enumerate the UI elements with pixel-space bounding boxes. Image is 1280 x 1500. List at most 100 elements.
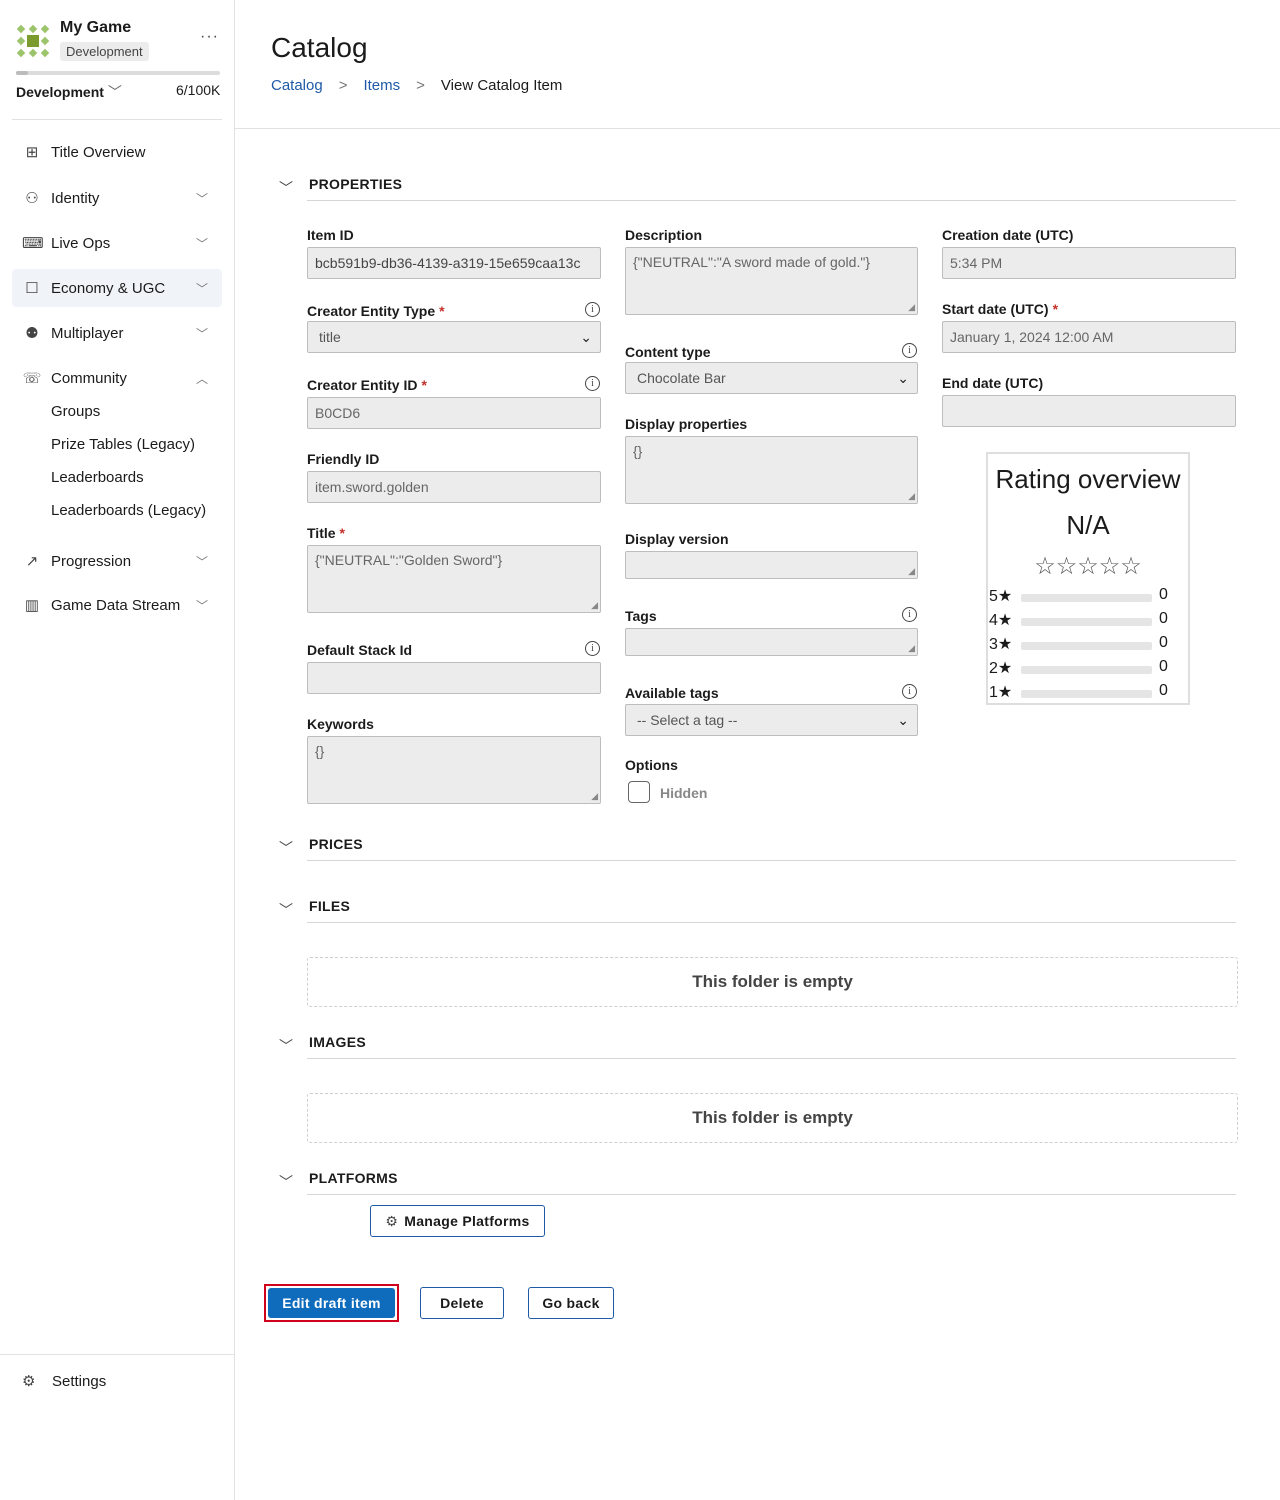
friendly-id-field[interactable]: item.sword.golden [307, 471, 601, 503]
chevron-down-icon[interactable]: ﹀ [279, 838, 293, 858]
sidebar-item-identity[interactable]: ⚇ Identity ﹀ [12, 179, 222, 217]
divider [307, 860, 1236, 861]
breadcrumb-current: View Catalog Item [440, 77, 563, 94]
more-options-icon[interactable]: ··· [200, 28, 219, 46]
creator-entity-type-select[interactable]: title ⌄ [307, 321, 601, 353]
divider [307, 200, 1236, 201]
sidebar-subitem-leaderboards-legacy[interactable]: Leaderboards (Legacy) [51, 502, 206, 519]
manage-platforms-button[interactable]: ⚙ Manage Platforms [370, 1205, 545, 1237]
info-icon[interactable]: i [902, 343, 917, 358]
sidebar-item-live-ops[interactable]: ⌨ Live Ops ﹀ [12, 224, 222, 262]
breadcrumb-items[interactable]: Items [363, 77, 400, 94]
resize-grip-icon[interactable]: ◢ [591, 791, 598, 802]
environment-badge: Development [60, 42, 149, 61]
chevron-down-icon: ﹀ [195, 598, 208, 613]
breadcrumb-catalog[interactable]: Catalog [271, 77, 323, 94]
sidebar-item-multiplayer[interactable]: ⚉ Multiplayer ﹀ [12, 314, 222, 352]
info-icon[interactable]: i [585, 641, 600, 656]
end-date-label: End date (UTC) [942, 375, 1044, 391]
sidebar-item-economy-ugc[interactable]: ☐ Economy & UGC ﹀ [12, 269, 222, 307]
divider [0, 1354, 234, 1355]
chevron-down-icon: ﹀ [195, 281, 208, 296]
rating-row: 5★ 0 [989, 586, 1168, 605]
chevron-right-icon: > [416, 77, 425, 94]
chevron-down-icon: ﹀ [195, 554, 208, 569]
start-date-label: Start date (UTC) * [942, 301, 1059, 317]
display-version-field[interactable]: ◢ [625, 551, 918, 579]
bar-chart-icon: ▥ [24, 597, 40, 614]
content-type-select[interactable]: Chocolate Bar ⌄ [625, 362, 918, 394]
rating-title: Rating overview [995, 464, 1181, 494]
description-label: Description [625, 227, 703, 243]
info-icon[interactable]: i [585, 376, 600, 391]
environment-selector[interactable]: Development ﹀ [16, 82, 122, 102]
sidebar-item-community[interactable]: ☏ Community ︿ [12, 359, 222, 397]
section-title: FILES [309, 898, 351, 914]
sidebar-item-label: Progression [51, 552, 132, 570]
sidebar-item-game-data-stream[interactable]: ▥ Game Data Stream ﹀ [12, 586, 222, 624]
chevron-down-icon[interactable]: ﹀ [279, 900, 293, 920]
tags-field[interactable]: ◢ [625, 628, 918, 656]
sidebar-item-title-overview[interactable]: ⊞ Title Overview [12, 133, 222, 171]
creator-entity-id-field[interactable]: B0CD6 [307, 397, 601, 429]
sidebar: My Game Development ··· Development ﹀ 6/1… [0, 0, 235, 1500]
hidden-checkbox[interactable] [628, 781, 650, 803]
resize-grip-icon[interactable]: ◢ [908, 491, 915, 502]
rating-bar [1021, 690, 1152, 698]
keywords-textarea[interactable]: {} ◢ [307, 736, 601, 804]
title-textarea[interactable]: {"NEUTRAL":"Golden Sword"} ◢ [307, 545, 601, 613]
display-properties-label: Display properties [625, 416, 748, 432]
gear-icon: ⚙ [385, 1212, 399, 1229]
usage-count: 6/100K [176, 82, 221, 98]
sidebar-item-settings[interactable]: ⚙ Settings [12, 1366, 222, 1396]
resize-grip-icon[interactable]: ◢ [908, 566, 915, 577]
edit-draft-item-button[interactable]: Edit draft item [268, 1288, 395, 1318]
display-properties-textarea[interactable]: {} ◢ [625, 436, 918, 504]
available-tags-label: Available tags [625, 685, 719, 701]
available-tags-select[interactable]: -- Select a tag -- ⌄ [625, 704, 918, 736]
start-date-field[interactable]: January 1, 2024 12:00 AM [942, 321, 1236, 353]
sidebar-subitem-prize-tables[interactable]: Prize Tables (Legacy) [51, 436, 195, 453]
creator-entity-id-label: Creator Entity ID * [307, 377, 427, 393]
creation-date-field[interactable]: 5:34 PM [942, 247, 1236, 279]
game-logo [16, 24, 50, 58]
tags-label: Tags [625, 608, 657, 624]
end-date-field[interactable] [942, 395, 1236, 427]
chevron-down-icon[interactable]: ﹀ [279, 178, 293, 198]
resize-grip-icon[interactable]: ◢ [908, 302, 915, 313]
resize-grip-icon[interactable]: ◢ [591, 600, 598, 611]
title-label: Title * [307, 525, 345, 541]
game-name: My Game [60, 19, 132, 36]
sidebar-subitem-groups[interactable]: Groups [51, 403, 100, 420]
info-icon[interactable]: i [902, 607, 917, 622]
resize-grip-icon[interactable]: ◢ [908, 643, 915, 654]
rating-bar [1021, 642, 1152, 650]
hidden-checkbox-label: Hidden [660, 785, 708, 801]
description-textarea[interactable]: {"NEUTRAL":"A sword made of gold."} ◢ [625, 247, 918, 315]
creator-entity-type-label: Creator Entity Type * [307, 303, 445, 319]
rating-bar [1021, 666, 1152, 674]
chevron-down-icon: ﹀ [107, 84, 122, 100]
default-stack-id-field[interactable] [307, 662, 601, 694]
grid-icon: ⊞ [25, 144, 39, 161]
friendly-id-label: Friendly ID [307, 451, 380, 467]
rating-row: 4★ 0 [989, 610, 1168, 629]
options-label: Options [625, 757, 678, 773]
chevron-right-icon: > [338, 77, 348, 94]
info-icon[interactable]: i [902, 684, 917, 699]
section-title: PLATFORMS [309, 1170, 398, 1186]
sidebar-item-label: Settings [52, 1372, 107, 1390]
sidebar-item-progression[interactable]: ↗ Progression ﹀ [12, 542, 222, 580]
info-icon[interactable]: i [585, 302, 600, 317]
item-id-field[interactable]: bcb591b9-db36-4139-a319-15e659caa13c [307, 247, 601, 279]
rating-overview-panel: Rating overview N/A ☆☆☆☆☆ 5★ 0 4★ 0 3★ 0 2★… [986, 452, 1190, 705]
go-back-button[interactable]: Go back [528, 1287, 614, 1319]
chevron-down-icon: ﹀ [195, 191, 208, 206]
chevron-down-icon[interactable]: ﹀ [279, 1036, 293, 1056]
display-version-label: Display version [625, 531, 729, 547]
chevron-down-icon[interactable]: ﹀ [279, 1172, 293, 1192]
sidebar-subitem-leaderboards[interactable]: Leaderboards [51, 469, 144, 486]
delete-button[interactable]: Delete [420, 1287, 504, 1319]
images-empty-dropzone[interactable]: This folder is empty [307, 1093, 1238, 1143]
files-empty-dropzone[interactable]: This folder is empty [307, 957, 1238, 1007]
